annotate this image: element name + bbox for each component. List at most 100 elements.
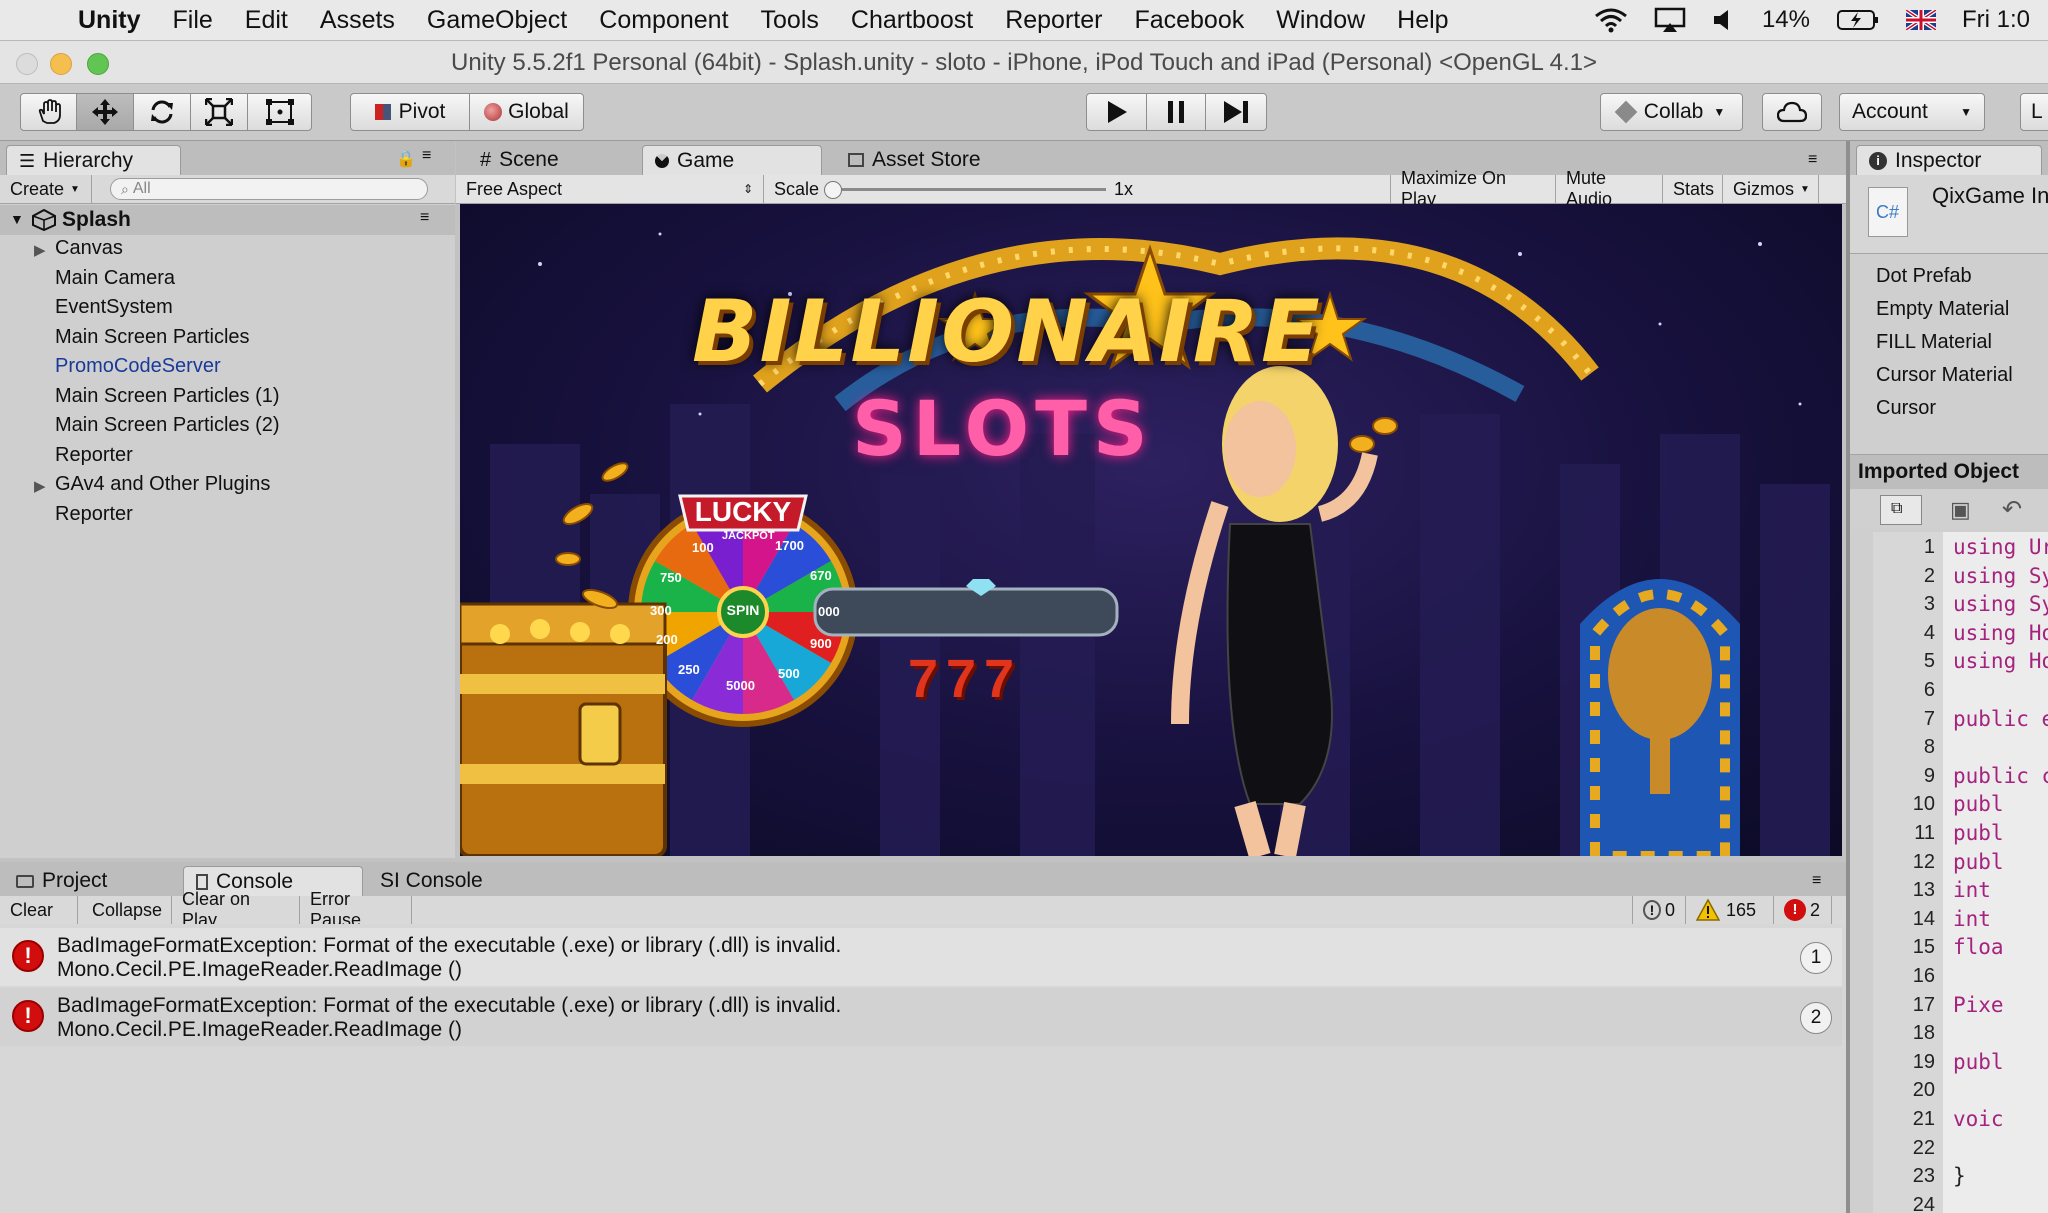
volume-icon[interactable] bbox=[1712, 7, 1736, 33]
hierarchy-item-main-camera[interactable]: Main Camera bbox=[55, 267, 175, 290]
menu-file[interactable]: File bbox=[173, 6, 213, 35]
rect-tool-button[interactable] bbox=[247, 93, 312, 131]
clock[interactable]: Fri 1:0 bbox=[1962, 6, 2030, 34]
pause-button[interactable] bbox=[1146, 93, 1206, 131]
collab-dropdown[interactable]: Collab ▼ bbox=[1600, 93, 1743, 131]
menu-facebook[interactable]: Facebook bbox=[1134, 6, 1244, 35]
battery-charging-icon[interactable] bbox=[1836, 8, 1880, 32]
console-entry[interactable]: ! BadImageFormatException: Format of the… bbox=[0, 928, 1842, 986]
inspector-item-fill-material[interactable]: FILL Material bbox=[1876, 331, 1992, 354]
pivot-toggle-button[interactable]: Pivot bbox=[350, 93, 470, 131]
menu-gameobject[interactable]: GameObject bbox=[427, 6, 567, 35]
airplay-icon[interactable] bbox=[1654, 7, 1686, 33]
hierarchy-item-reporter[interactable]: Reporter bbox=[55, 444, 133, 467]
clear-button[interactable]: Clear bbox=[0, 896, 78, 924]
step-button[interactable] bbox=[1205, 93, 1267, 131]
open-script-button[interactable]: ⧉ bbox=[1880, 495, 1922, 525]
account-dropdown[interactable]: Account ▼ bbox=[1839, 93, 1985, 131]
scale-tool-button[interactable] bbox=[190, 93, 248, 131]
menu-tools[interactable]: Tools bbox=[761, 6, 819, 35]
collapse-count-badge: 1 bbox=[1800, 942, 1832, 974]
inspector-item-cursor[interactable]: Cursor bbox=[1876, 397, 1936, 420]
wheel-label-670: 670 bbox=[810, 568, 832, 583]
aspect-dropdown[interactable]: Free Aspect ⇕ bbox=[456, 175, 764, 203]
menu-help[interactable]: Help bbox=[1397, 6, 1448, 35]
hand-tool-button[interactable] bbox=[20, 93, 77, 131]
console-message: BadImageFormatException: Format of the e… bbox=[57, 994, 842, 1017]
hierarchy-item-canvas[interactable]: Canvas bbox=[55, 237, 123, 260]
mute-audio-toggle[interactable]: Mute Audio bbox=[1556, 168, 1663, 209]
scene-header[interactable]: ▼ Splash ≡ bbox=[0, 205, 455, 235]
tab-inspector[interactable]: i Inspector bbox=[1856, 145, 2042, 176]
tab-asset-store[interactable]: Asset Store bbox=[836, 145, 1036, 175]
tab-scene[interactable]: # Scene bbox=[468, 145, 628, 175]
line-number: 18 bbox=[1912, 1022, 1935, 1045]
expand-arrow-icon[interactable]: ▶ bbox=[34, 241, 46, 259]
game-view[interactable]: BILLIONAIRE SLOTS LUCKY SPIN JACKPOT 170… bbox=[460, 204, 1842, 856]
battery-percent: 14% bbox=[1761, 6, 1810, 33]
hierarchy-item-main-screen-particles-2[interactable]: Main Screen Particles (2) bbox=[55, 414, 280, 437]
layers-dropdown[interactable]: L bbox=[2020, 93, 2048, 131]
warning-icon bbox=[1696, 899, 1720, 921]
maximize-on-play-toggle[interactable]: Maximize On Play bbox=[1390, 168, 1556, 209]
spin-button[interactable]: SPIN bbox=[719, 602, 767, 618]
menu-assets[interactable]: Assets bbox=[320, 6, 395, 35]
collab-diamond-icon bbox=[1614, 100, 1638, 124]
panel-menu-icon[interactable]: ≡ bbox=[1808, 151, 1817, 169]
hierarchy-item-gav4-plugins[interactable]: GAv4 and Other Plugins bbox=[55, 473, 270, 496]
inspector-tabbar: i Inspector bbox=[1850, 141, 2048, 176]
error-pause-toggle[interactable]: Error Pause bbox=[300, 889, 412, 930]
tab-project[interactable]: Project bbox=[4, 866, 179, 896]
rotate-tool-button[interactable] bbox=[133, 93, 191, 131]
code-line: } bbox=[1953, 1164, 1966, 1189]
hierarchy-item-eventsystem[interactable]: EventSystem bbox=[55, 296, 173, 319]
stats-toggle[interactable]: Stats bbox=[1663, 175, 1723, 203]
error-filter-toggle[interactable]: ! 2 bbox=[1774, 896, 1832, 924]
line-number: 9 bbox=[1923, 764, 1935, 787]
menu-edit[interactable]: Edit bbox=[245, 6, 288, 35]
console-entry[interactable]: ! BadImageFormatException: Format of the… bbox=[0, 988, 1842, 1046]
wheel-label-000: 000 bbox=[818, 604, 840, 619]
hierarchy-item-promocodeserver[interactable]: PromoCodeServer bbox=[55, 355, 221, 378]
undo-icon[interactable]: ↶ bbox=[2002, 495, 2022, 524]
cloud-button[interactable] bbox=[1762, 93, 1822, 131]
scene-menu-icon[interactable]: ≡ bbox=[420, 209, 429, 227]
create-dropdown[interactable]: Create ▼ bbox=[0, 175, 92, 203]
menu-component[interactable]: Component bbox=[599, 6, 728, 35]
wheel-label-5000: 5000 bbox=[726, 678, 755, 693]
save-icon[interactable]: ▣ bbox=[1950, 497, 1971, 523]
panel-menu-icon[interactable]: ≡ bbox=[422, 147, 431, 165]
clear-on-play-toggle[interactable]: Clear on Play bbox=[172, 889, 300, 930]
sevens-text: 777 bbox=[907, 649, 1023, 709]
inspector-item-dot-prefab[interactable]: Dot Prefab bbox=[1876, 265, 1972, 288]
inspector-item-cursor-material[interactable]: Cursor Material bbox=[1876, 364, 2013, 387]
warning-filter-toggle[interactable]: 165 bbox=[1686, 896, 1774, 924]
expand-arrow-icon[interactable]: ▶ bbox=[34, 477, 46, 495]
hierarchy-search-input[interactable]: ⌕ All bbox=[110, 178, 428, 200]
menu-reporter[interactable]: Reporter bbox=[1005, 6, 1102, 35]
tab-hierarchy[interactable]: ☰ Hierarchy bbox=[6, 145, 181, 176]
info-filter-toggle[interactable]: ! 0 bbox=[1632, 896, 1686, 924]
scale-slider-thumb[interactable] bbox=[824, 181, 842, 199]
panel-menu-icon[interactable]: ≡ bbox=[1812, 872, 1821, 890]
inspector-item-empty-material[interactable]: Empty Material bbox=[1876, 298, 2009, 321]
menu-window[interactable]: Window bbox=[1276, 6, 1365, 35]
menu-app-unity[interactable]: Unity bbox=[78, 6, 141, 35]
hierarchy-item-main-screen-particles-1[interactable]: Main Screen Particles (1) bbox=[55, 385, 280, 408]
play-icon bbox=[1107, 101, 1127, 123]
hierarchy-item-reporter-2[interactable]: Reporter bbox=[55, 503, 133, 526]
play-button[interactable] bbox=[1086, 93, 1147, 131]
scale-slider-track[interactable] bbox=[828, 188, 1106, 191]
lock-icon[interactable]: 🔒 bbox=[396, 149, 416, 169]
wifi-icon[interactable] bbox=[1594, 7, 1628, 33]
menu-chartboost[interactable]: Chartboost bbox=[851, 6, 973, 35]
hierarchy-item-main-screen-particles[interactable]: Main Screen Particles bbox=[55, 326, 250, 349]
global-toggle-button[interactable]: Global bbox=[469, 93, 584, 131]
tab-game[interactable]: Game bbox=[642, 145, 822, 176]
move-tool-button[interactable] bbox=[76, 93, 134, 131]
uk-flag-icon[interactable] bbox=[1905, 10, 1936, 30]
line-number: 22 bbox=[1912, 1136, 1935, 1159]
collapse-triangle-icon[interactable]: ▼ bbox=[10, 211, 24, 227]
collapse-toggle[interactable]: Collapse bbox=[82, 896, 172, 924]
gizmos-dropdown[interactable]: Gizmos ▼ bbox=[1723, 175, 1819, 203]
